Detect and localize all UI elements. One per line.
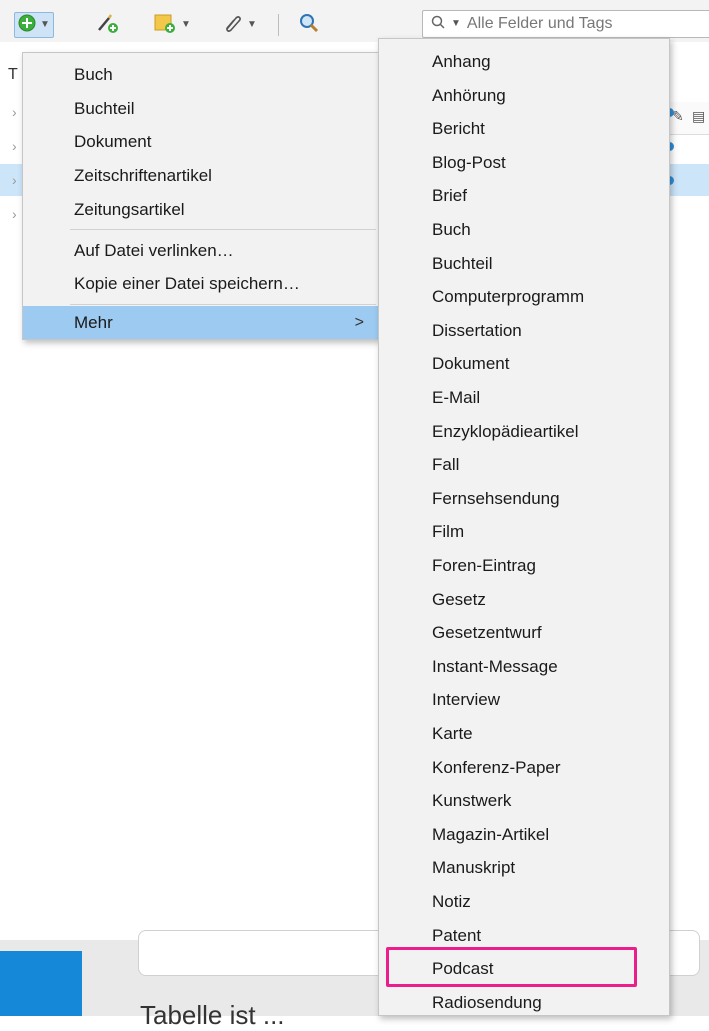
submenu-item-interview[interactable]: Interview <box>379 683 669 716</box>
submenu-item-bericht[interactable]: Bericht <box>379 112 669 145</box>
submenu-item-blog-post[interactable]: Blog-Post <box>379 146 669 179</box>
submenu-item-e-mail[interactable]: E-Mail <box>379 381 669 414</box>
submenu-item-fall[interactable]: Fall <box>379 448 669 481</box>
submenu-item-radiosendung[interactable]: Radiosendung <box>379 986 669 1019</box>
notes-column-icon: ▤ <box>692 108 706 124</box>
column-header-title[interactable]: T <box>8 66 18 84</box>
submenu-item-enzyklopädieartikel[interactable]: Enzyklopädieartikel <box>379 415 669 448</box>
toolbar: ▼ ▼ ▼ ▼ Alle Felder und Tags <box>0 0 709 43</box>
locate-button[interactable] <box>296 12 322 38</box>
menu-separator <box>70 304 376 305</box>
row-expander-icon[interactable]: › <box>12 172 17 188</box>
magic-wand-icon <box>95 12 119 39</box>
submenu-item-gesetz[interactable]: Gesetz <box>379 583 669 616</box>
search-input[interactable]: ▼ Alle Felder und Tags <box>422 10 709 38</box>
submenu-item-manuskript[interactable]: Manuskript <box>379 851 669 884</box>
more-item-types-menu: Anhang Anhörung Bericht Blog-Post Brief Buch B… <box>378 38 670 1016</box>
menu-item-dokument[interactable]: Dokument <box>23 125 378 158</box>
add-by-identifier-button[interactable] <box>92 12 122 38</box>
menu-item-more-label: Mehr <box>74 313 113 332</box>
green-plus-icon <box>18 14 36 37</box>
submenu-item-magazin-artikel[interactable]: Magazin-Artikel <box>379 818 669 851</box>
submenu-item-computerprogramm[interactable]: Computerprogramm <box>379 280 669 313</box>
row-expander-icon[interactable]: › <box>12 138 17 154</box>
menu-separator <box>70 229 376 230</box>
search-mode-chevron-icon[interactable]: ▼ <box>451 19 461 29</box>
submenu-item-anhörung[interactable]: Anhörung <box>379 79 669 112</box>
new-note-button[interactable]: ▼ <box>150 12 194 38</box>
submenu-item-brief[interactable]: Brief <box>379 179 669 212</box>
column-header-extra[interactable]: ✎ ▤ <box>670 102 709 135</box>
menu-item-more[interactable]: Mehr > <box>23 306 378 339</box>
submenu-item-buch[interactable]: Buch <box>379 213 669 246</box>
submenu-item-buchteil[interactable]: Buchteil <box>379 247 669 280</box>
row-expander-icon[interactable]: › <box>12 206 17 222</box>
new-item-button[interactable]: ▼ <box>14 12 54 38</box>
new-item-menu: Buch Buchteil Dokument Zeitschriftenarti… <box>22 52 379 340</box>
submenu-item-fernsehsendung[interactable]: Fernsehsendung <box>379 482 669 515</box>
submenu-item-kunstwerk[interactable]: Kunstwerk <box>379 784 669 817</box>
highlight-annotation-box <box>386 947 637 987</box>
submenu-item-karte[interactable]: Karte <box>379 717 669 750</box>
submenu-item-instant-message[interactable]: Instant-Message <box>379 650 669 683</box>
chevron-down-icon: ▼ <box>40 19 50 30</box>
submenu-item-foren-eintrag[interactable]: Foren-Eintrag <box>379 549 669 582</box>
submenu-item-gesetzentwurf[interactable]: Gesetzentwurf <box>379 616 669 649</box>
note-icon <box>153 12 177 39</box>
chevron-down-icon: ▼ <box>247 19 257 30</box>
menu-item-zeitungsartikel[interactable]: Zeitungsartikel <box>23 193 378 226</box>
submenu-item-dissertation[interactable]: Dissertation <box>379 314 669 347</box>
submenu-item-film[interactable]: Film <box>379 515 669 548</box>
submenu-item-anhang[interactable]: Anhang <box>379 45 669 78</box>
search-icon <box>431 15 445 34</box>
row-expander-icon[interactable]: › <box>12 104 17 120</box>
submenu-item-konferenz-paper[interactable]: Konferenz-Paper <box>379 751 669 784</box>
add-attachment-button[interactable]: ▼ <box>218 12 260 38</box>
magnifier-icon <box>299 13 319 38</box>
sidebar-accent-block <box>0 951 82 1016</box>
submenu-item-dokument[interactable]: Dokument <box>379 347 669 380</box>
menu-item-buchteil[interactable]: Buchteil <box>23 92 378 125</box>
submenu-item-notiz[interactable]: Notiz <box>379 885 669 918</box>
chevron-down-icon: ▼ <box>181 19 191 30</box>
paperclip-icon <box>221 12 243 39</box>
menu-item-buch[interactable]: Buch <box>23 58 378 91</box>
menu-item-zeitschriftenartikel[interactable]: Zeitschriftenartikel <box>23 159 378 192</box>
menu-item-link-file[interactable]: Auf Datei verlinken… <box>23 234 378 267</box>
search-mode-label: Alle Felder und Tags <box>466 15 613 32</box>
menu-item-store-file-copy[interactable]: Kopie einer Datei speichern… <box>23 267 378 300</box>
chevron-right-icon: > <box>354 314 364 331</box>
toolbar-separator <box>278 14 279 36</box>
